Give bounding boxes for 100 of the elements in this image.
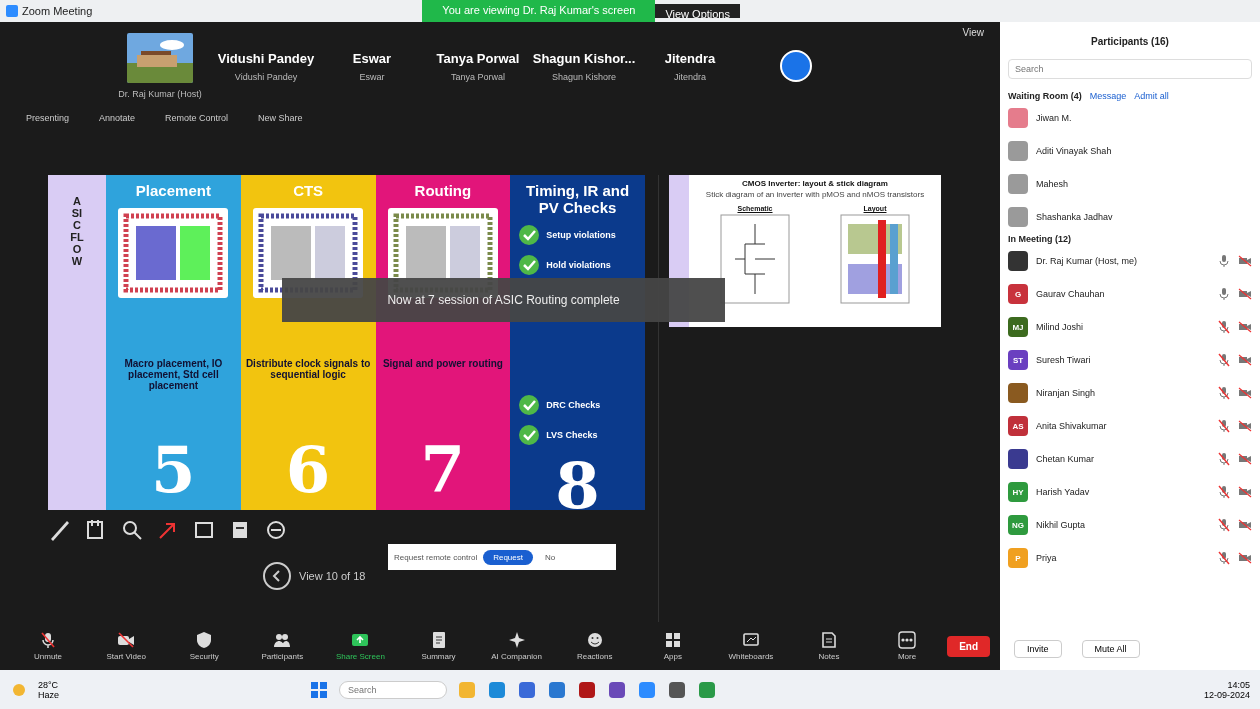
page-indicator: View 10 of 18 [299, 570, 366, 582]
check-label: Setup violations [546, 230, 616, 240]
toolbar-button[interactable]: Summary [400, 631, 477, 661]
slide-side-title: ASIC FLOW [69, 195, 85, 270]
message-link[interactable]: Message [1089, 91, 1127, 101]
taskbar-search-field[interactable]: Search [339, 680, 447, 699]
toolbar-button[interactable]: More [869, 631, 946, 661]
toolbar-button[interactable]: Whiteboards [712, 631, 789, 661]
camera-off-icon [117, 631, 136, 649]
smiley-icon [585, 631, 604, 649]
share-toolbar-button[interactable]: Annotate [93, 112, 142, 124]
avatar-icon: ST [1008, 350, 1028, 370]
column-title: Placement [135, 183, 211, 200]
previous-button[interactable] [263, 562, 291, 590]
share-toolbar-button[interactable]: Presenting [20, 112, 76, 124]
column-title: Routing [414, 183, 472, 200]
end-button[interactable]: End [947, 635, 990, 657]
search-field[interactable]: Search [1008, 59, 1252, 79]
avatar-icon: AS [1008, 416, 1028, 436]
participant-name: Vidushi Pandey [217, 50, 315, 66]
participant-name: Eswar [352, 50, 392, 66]
toolbar-button[interactable]: Share Screen [322, 631, 399, 661]
section-title: Waiting Room (4) [1008, 91, 1082, 101]
participant-name: Milind Joshi [1036, 322, 1085, 332]
prompt-text: Request remote control [394, 552, 478, 562]
search-icon[interactable] [120, 518, 144, 542]
share-banner: You are viewing Dr. Raj Kumar's screen [422, 0, 656, 22]
toolbar-button[interactable]: Participants [244, 631, 321, 661]
column-text: Distribute clock signals to sequential logic [244, 357, 372, 380]
toolbar-button[interactable]: Security [166, 631, 243, 661]
section-title: In Meeting (12) [1008, 234, 1072, 244]
camera-off-icon [1238, 486, 1252, 498]
minus-circle-icon[interactable] [264, 518, 288, 542]
column-title: Timing, IR and PV Checks [525, 183, 631, 216]
participant-name: Nikhil Gupta [1036, 520, 1087, 530]
toolbar-button[interactable]: Apps [634, 631, 711, 661]
participant-name: Anita Shivakumar [1036, 421, 1108, 431]
toolbar-button[interactable]: Reactions [556, 631, 633, 661]
participant-name: Jitendra [664, 50, 716, 66]
share-toolbar-button[interactable]: New Share [252, 112, 309, 124]
step-number: 8 [555, 454, 600, 518]
panel-footer-button[interactable]: Mute All [1081, 640, 1140, 658]
avatar-icon: MJ [1008, 317, 1028, 337]
tile-caption: Dr. Raj Kumar (Host) [118, 89, 202, 99]
participant-name: Niranjan Singh [1036, 388, 1097, 398]
participant-name: Shashanka Jadhav [1036, 212, 1114, 222]
step-number: 6 [285, 438, 331, 502]
toolbar-button[interactable]: Start Video [88, 631, 165, 661]
check-label: LVS Checks [546, 430, 598, 440]
avatar-icon: NG [1008, 515, 1028, 535]
chevron-left-icon [271, 570, 283, 582]
check-circle-icon [518, 254, 541, 276]
participant-name: Suresh Tiwari [1036, 355, 1092, 365]
notes-icon [820, 631, 838, 649]
camera-off-icon [1238, 519, 1252, 531]
camera-off-icon [1238, 387, 1252, 399]
check-circle-icon [518, 224, 541, 246]
start-icon[interactable] [309, 679, 329, 700]
participant-name: Harish Yadav [1036, 487, 1091, 497]
tile-caption: Vidushi Pandey [234, 71, 298, 82]
weather-condition: Haze [38, 689, 59, 700]
clock-date: 12-09-2024 [1203, 689, 1250, 700]
view-options-button[interactable]: View Options [655, 4, 740, 18]
notification-toast: Now at 7 session of ASIC Routing complete [282, 278, 725, 322]
participant-name: Shagun Kishor... [532, 50, 636, 66]
panel-footer-button[interactable]: Invite [1014, 640, 1062, 658]
dismiss-button[interactable]: No [538, 551, 562, 563]
participant-name: Aditi Vinayak Shah [1036, 146, 1113, 156]
share-toolbar-button[interactable]: Remote Control [159, 112, 235, 124]
whiteboard-icon [741, 631, 760, 649]
column-text: Signal and power routing [382, 357, 503, 369]
step-number: 5 [151, 438, 196, 502]
participant-name: Dr. Raj Kumar (Host, me) [1036, 256, 1139, 266]
toolbar-button[interactable]: AI Companion [478, 631, 555, 661]
shield-icon [195, 631, 214, 649]
check-label: Hold violations [546, 260, 611, 270]
avatar-icon: P [1008, 548, 1028, 568]
view-button[interactable]: View [956, 26, 990, 39]
admit-all-link[interactable]: Admit all [1134, 91, 1169, 101]
tile-caption: Tanya Porwal [451, 71, 505, 82]
people-icon [273, 631, 292, 649]
toolbar-button[interactable]: Unmute [10, 631, 87, 661]
pencil-icon[interactable] [48, 518, 72, 542]
participant-name: Jiwan M. [1036, 113, 1073, 123]
participant-name: Tanya Porwal [436, 50, 520, 66]
avatar-icon [780, 50, 812, 82]
check-circle-icon [518, 394, 541, 416]
camera-off-icon [1238, 453, 1252, 465]
request-button[interactable]: Request [483, 549, 533, 565]
participant-name: Chetan Kumar [1036, 454, 1096, 464]
camera-off-icon [1238, 255, 1252, 267]
camera-off-icon [1238, 321, 1252, 333]
toolbar-button[interactable]: Notes [790, 631, 868, 661]
camera-off-icon [1238, 420, 1252, 432]
weather-temperature: 28°C [38, 679, 59, 690]
mic-muted-icon [39, 631, 58, 649]
check-label: DRC Checks [546, 400, 601, 410]
grid-icon [663, 631, 682, 649]
avatar-icon: G [1008, 284, 1028, 304]
zoom-icon [6, 5, 18, 17]
